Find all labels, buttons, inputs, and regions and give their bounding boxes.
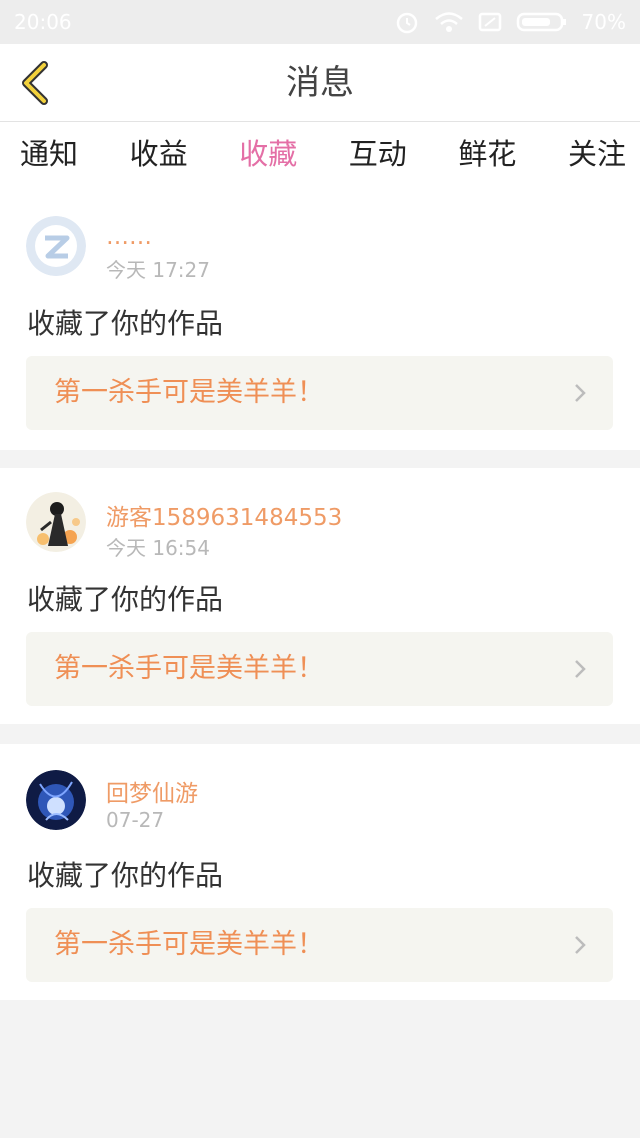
battery-icon — [516, 12, 566, 32]
tab-favorites[interactable]: 收藏 — [239, 122, 298, 202]
avatar[interactable] — [26, 216, 86, 276]
work-title: 第一杀手可是美羊羊！ — [54, 377, 324, 408]
avatar[interactable] — [26, 492, 86, 552]
work-title: 第一杀手可是美羊羊！ — [54, 653, 324, 684]
tab-following[interactable]: 关注 — [568, 122, 626, 198]
tab-label: 通知 — [20, 137, 79, 171]
alarm-icon — [396, 12, 417, 34]
chevron-right-icon — [575, 660, 586, 678]
username[interactable]: 游客1589631484553 — [106, 498, 342, 532]
message-action: 收藏了你的作品 — [27, 307, 224, 340]
message-time: 07-27 — [106, 808, 165, 832]
default-avatar-icon — [26, 216, 86, 276]
message-card: 回梦仙游 07-27 收藏了你的作品 第一杀手可是美羊羊！ — [0, 744, 640, 1000]
message-time: 今天 17:27 — [106, 258, 210, 282]
battery-percent: 70% — [581, 10, 626, 34]
sim-icon — [478, 12, 501, 32]
tab-bar: 通知 收益 收藏 互动 鲜花 关注 — [0, 122, 640, 202]
message-time: 今天 16:54 — [106, 536, 210, 560]
work-link[interactable]: 第一杀手可是美羊羊！ — [26, 356, 613, 430]
username[interactable]: 回梦仙游 — [106, 774, 198, 808]
username[interactable]: …… — [106, 224, 152, 250]
tab-label: 互动 — [348, 137, 407, 171]
work-link[interactable]: 第一杀手可是美羊羊！ — [26, 908, 613, 982]
tab-label: 关注 — [567, 137, 626, 171]
avatar[interactable] — [26, 770, 86, 830]
chevron-right-icon — [575, 936, 586, 954]
wifi-icon — [434, 12, 463, 32]
tab-interactions[interactable]: 互动 — [349, 122, 407, 198]
message-card: 游客1589631484553 今天 16:54 收藏了你的作品 第一杀手可是美… — [0, 468, 640, 724]
work-title: 第一杀手可是美羊羊！ — [54, 929, 324, 960]
tab-flowers[interactable]: 鲜花 — [458, 122, 516, 198]
tab-notifications[interactable]: 通知 — [20, 122, 78, 198]
girl-avatar-icon — [26, 492, 86, 552]
page-title: 消息 — [286, 63, 354, 103]
chevron-right-icon — [575, 384, 586, 402]
work-link[interactable]: 第一杀手可是美羊羊！ — [26, 632, 613, 706]
status-time: 20:06 — [14, 10, 72, 34]
header: 消息 — [0, 44, 640, 122]
message-action: 收藏了你的作品 — [27, 583, 224, 616]
status-icons: 70% — [394, 10, 626, 34]
tab-label: 收益 — [129, 137, 188, 171]
blue-art-avatar-icon — [26, 770, 86, 830]
tab-earnings[interactable]: 收益 — [130, 122, 188, 198]
message-action: 收藏了你的作品 — [27, 859, 224, 892]
status-bar: 20:06 70% — [0, 0, 640, 44]
tab-label: 收藏 — [239, 137, 298, 171]
tab-label: 鲜花 — [458, 137, 517, 171]
message-card: …… 今天 17:27 收藏了你的作品 第一杀手可是美羊羊！ — [0, 198, 640, 450]
